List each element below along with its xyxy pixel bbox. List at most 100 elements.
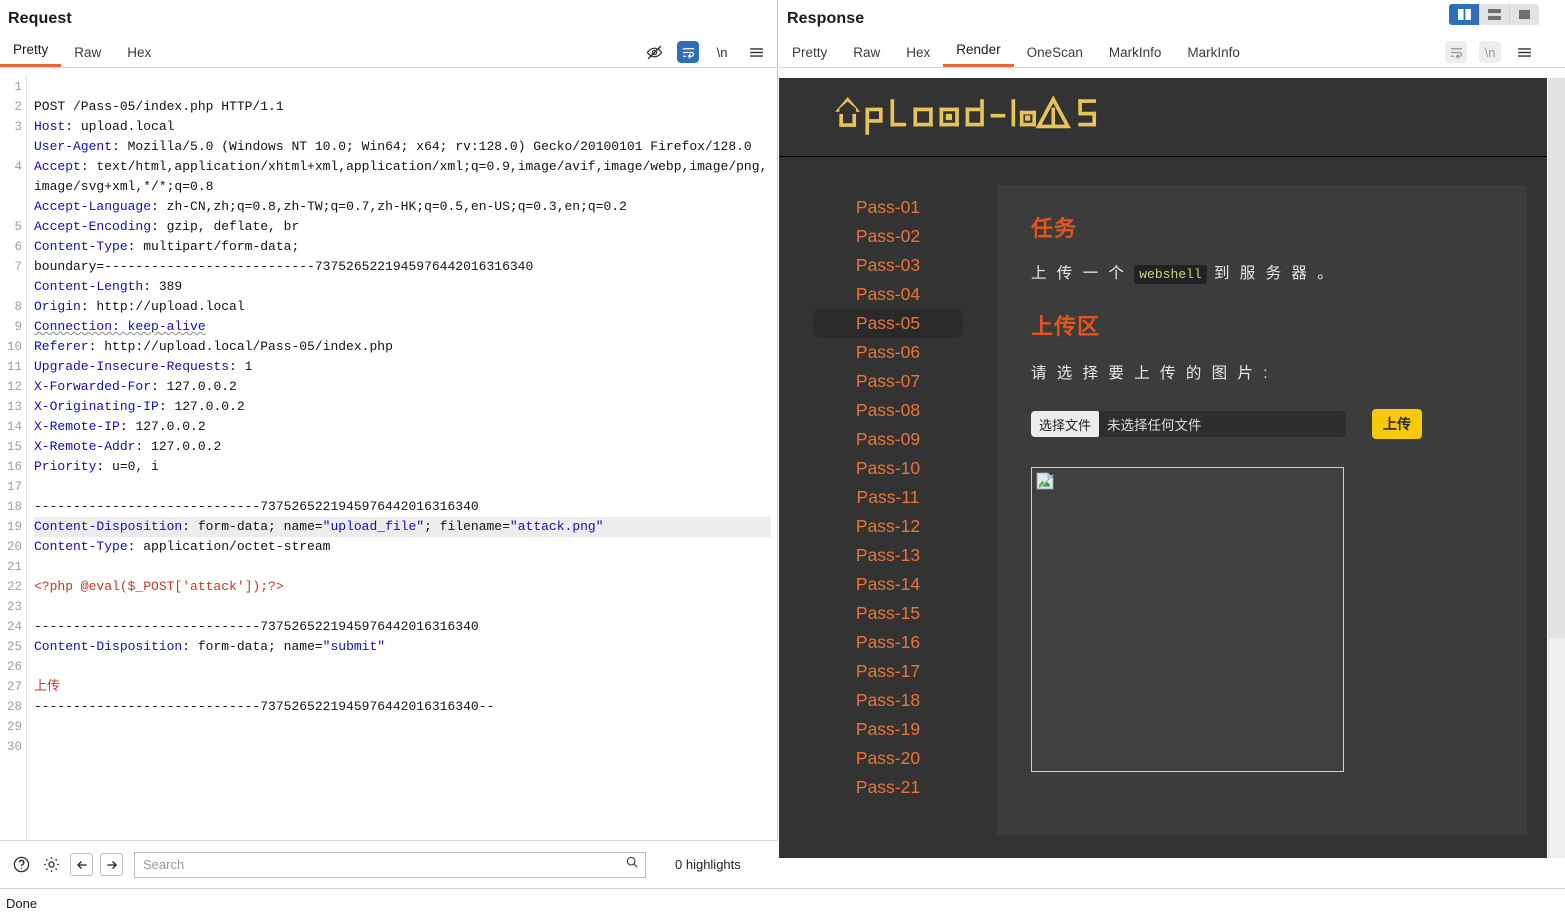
code-line-12: Upgrade-Insecure-Requests: 1 bbox=[34, 359, 253, 374]
tab-response-markinfo-1[interactable]: MarkInfo bbox=[1096, 41, 1175, 67]
tab-pretty[interactable]: Pretty bbox=[0, 38, 62, 67]
code-line-26: Content-Disposition: form-data; name="su… bbox=[34, 639, 386, 654]
header-key-accept-language: Accept-Language bbox=[34, 199, 152, 214]
header-key-origin: Origin bbox=[34, 299, 81, 314]
newline-icon[interactable]: \n bbox=[711, 41, 733, 63]
task-text-after: 到 服 务 器 。 bbox=[1213, 265, 1336, 282]
help-circle-icon[interactable] bbox=[10, 853, 33, 876]
sidebar-item-pass-11[interactable]: Pass-11 bbox=[814, 483, 962, 512]
code-line-21: Content-Type: application/octet-stream bbox=[34, 539, 331, 554]
word-wrap-icon[interactable] bbox=[1445, 41, 1467, 63]
challenge-content: 任务 上 传 一 个 webshell 到 服 务 器 。 上传区 请 选 择 … bbox=[997, 185, 1527, 835]
upload-button[interactable]: 上传 bbox=[1372, 409, 1422, 439]
tab-response-markinfo-2[interactable]: MarkInfo bbox=[1174, 41, 1253, 67]
sidebar-item-pass-06[interactable]: Pass-06 bbox=[814, 338, 962, 367]
code-line-13: X-Forwarded-For: 127.0.0.2 bbox=[34, 379, 237, 394]
sidebar-item-pass-17[interactable]: Pass-17 bbox=[814, 657, 962, 686]
code-line-3: User-Agent: Mozilla/5.0 (Windows NT 10.0… bbox=[34, 139, 752, 154]
header-val-origin: http://upload.local bbox=[96, 299, 245, 314]
code-line-10: Connection: keep-alive bbox=[34, 317, 771, 337]
file-input[interactable]: 选择文件 未选择任何文件 bbox=[1031, 411, 1346, 437]
tab-response-onescan[interactable]: OneScan bbox=[1014, 41, 1096, 67]
request-body-text[interactable]: POST /Pass-05/index.php HTTP/1.1 Host: up… bbox=[27, 75, 777, 840]
code-line-14: X-Originating-IP: 127.0.0.2 bbox=[34, 399, 245, 414]
search-input[interactable] bbox=[143, 857, 625, 872]
sidebar-item-pass-09[interactable]: Pass-09 bbox=[814, 425, 962, 454]
header-key-content-disposition-2: Content-Disposition bbox=[34, 639, 183, 654]
upload-prompt: 请 选 择 要 上 传 的 图 片 : bbox=[1031, 365, 1271, 382]
content-type-boundary: boundary=---------------------------7375… bbox=[34, 259, 534, 274]
sidebar-item-pass-13[interactable]: Pass-13 bbox=[814, 541, 962, 570]
multipart-boundary-end: -----------------------------73752652219… bbox=[34, 699, 495, 714]
rendered-response[interactable]: Pass-01 Pass-02 Pass-03 Pass-04 Pass-05 … bbox=[779, 78, 1547, 858]
tab-hex[interactable]: Hex bbox=[114, 41, 164, 67]
sidebar-item-pass-10[interactable]: Pass-10 bbox=[814, 454, 962, 483]
header-key-content-disposition-1: Content-Disposition bbox=[34, 519, 183, 534]
sidebar-item-pass-04[interactable]: Pass-04 bbox=[814, 280, 962, 309]
sidebar-item-pass-12[interactable]: Pass-12 bbox=[814, 512, 962, 541]
highlight-count: 0 highlights bbox=[675, 857, 741, 872]
response-toolbar: \n bbox=[1445, 41, 1535, 63]
search-prev-button[interactable] bbox=[70, 853, 93, 876]
word-wrap-icon[interactable] bbox=[677, 41, 699, 63]
header-key-x-remote-ip: X-Remote-IP bbox=[34, 419, 120, 434]
split-vertical-icon[interactable] bbox=[1449, 4, 1479, 25]
response-panel-title: Response bbox=[787, 10, 865, 27]
sidebar-item-pass-20[interactable]: Pass-20 bbox=[814, 744, 962, 773]
header-connection: Connection: keep-alive bbox=[34, 319, 206, 334]
file-status-label: 未选择任何文件 bbox=[1107, 418, 1202, 433]
header-key-upgrade-insecure-requests: Upgrade-Insecure-Requests bbox=[34, 359, 230, 374]
sidebar-item-pass-15[interactable]: Pass-15 bbox=[814, 599, 962, 628]
request-code-view[interactable]: 123 4 567 8 9 10 11 12 13 14 15 16 17 18 19 20 21 22… bbox=[0, 75, 777, 840]
code-line-25: -----------------------------73752652219… bbox=[34, 617, 771, 637]
header-val-x-remote-addr: 127.0.0.2 bbox=[151, 439, 222, 454]
newline-icon[interactable]: \n bbox=[1479, 41, 1501, 63]
sidebar-item-pass-19[interactable]: Pass-19 bbox=[814, 715, 962, 744]
request-method-line: POST /Pass-05/index.php HTTP/1.1 bbox=[34, 99, 284, 114]
menu-icon[interactable] bbox=[745, 41, 767, 63]
gear-icon[interactable] bbox=[40, 853, 63, 876]
code-line-5: Accept-Language: zh-CN,zh;q=0.8,zh-TW;q=… bbox=[34, 199, 627, 214]
single-pane-icon[interactable] bbox=[1509, 4, 1539, 25]
response-scrollbar[interactable] bbox=[1548, 78, 1565, 858]
code-line-9: Origin: http://upload.local bbox=[34, 299, 245, 314]
header-val-referer: http://upload.local/Pass-05/index.php bbox=[104, 339, 393, 354]
response-tabbar: Pretty Raw Hex Render OneScan MarkInfo M… bbox=[779, 36, 1565, 68]
tab-response-pretty[interactable]: Pretty bbox=[779, 41, 840, 67]
sidebar-item-pass-21[interactable]: Pass-21 bbox=[814, 773, 962, 802]
sidebar-item-pass-16[interactable]: Pass-16 bbox=[814, 628, 962, 657]
sidebar-item-pass-01[interactable]: Pass-01 bbox=[814, 193, 962, 222]
code-line-4: Accept: text/html,application/xhtml+xml,… bbox=[34, 159, 768, 194]
header-key-x-remote-addr: X-Remote-Addr bbox=[34, 439, 136, 454]
sidebar-item-pass-14[interactable]: Pass-14 bbox=[814, 570, 962, 599]
code-line-11: Referer: http://upload.local/Pass-05/ind… bbox=[34, 339, 393, 354]
sidebar-item-pass-03[interactable]: Pass-03 bbox=[814, 251, 962, 280]
header-val-content-type-part: application/octet-stream bbox=[143, 539, 331, 554]
header-key-content-length: Content-Length bbox=[34, 279, 144, 294]
tab-response-hex[interactable]: Hex bbox=[893, 41, 943, 67]
sidebar-item-pass-07[interactable]: Pass-07 bbox=[814, 367, 962, 396]
search-icon[interactable] bbox=[625, 855, 639, 874]
header-val-content-length: 389 bbox=[158, 279, 183, 294]
line-number-gutter: 123 4 567 8 9 10 11 12 13 14 15 16 17 18 19 20 21 22… bbox=[0, 75, 27, 840]
site-body: Pass-01 Pass-02 Pass-03 Pass-04 Pass-05 … bbox=[779, 157, 1547, 835]
search-next-button[interactable] bbox=[100, 853, 123, 876]
code-line-7: Content-Type: multipart/form-data; bounda… bbox=[34, 239, 534, 274]
response-scrollbar-thumb[interactable] bbox=[1549, 78, 1565, 638]
choose-file-button[interactable]: 选择文件 bbox=[1031, 411, 1100, 437]
sidebar-item-pass-18[interactable]: Pass-18 bbox=[814, 686, 962, 715]
tab-response-raw[interactable]: Raw bbox=[840, 41, 893, 67]
sidebar-item-pass-02[interactable]: Pass-02 bbox=[814, 222, 962, 251]
eye-off-icon[interactable] bbox=[643, 41, 665, 63]
code-line-8: Content-Length: 389 bbox=[34, 279, 183, 294]
code-line-15: X-Remote-IP: 127.0.0.2 bbox=[34, 419, 206, 434]
tab-raw[interactable]: Raw bbox=[61, 41, 114, 67]
sidebar-item-pass-05[interactable]: Pass-05 bbox=[814, 309, 962, 338]
layout-toggle-group bbox=[1449, 4, 1539, 25]
sidebar-item-pass-08[interactable]: Pass-08 bbox=[814, 396, 962, 425]
search-box[interactable] bbox=[134, 851, 646, 878]
menu-icon[interactable] bbox=[1513, 41, 1535, 63]
split-horizontal-icon[interactable] bbox=[1479, 4, 1509, 25]
tab-response-render[interactable]: Render bbox=[943, 38, 1014, 67]
